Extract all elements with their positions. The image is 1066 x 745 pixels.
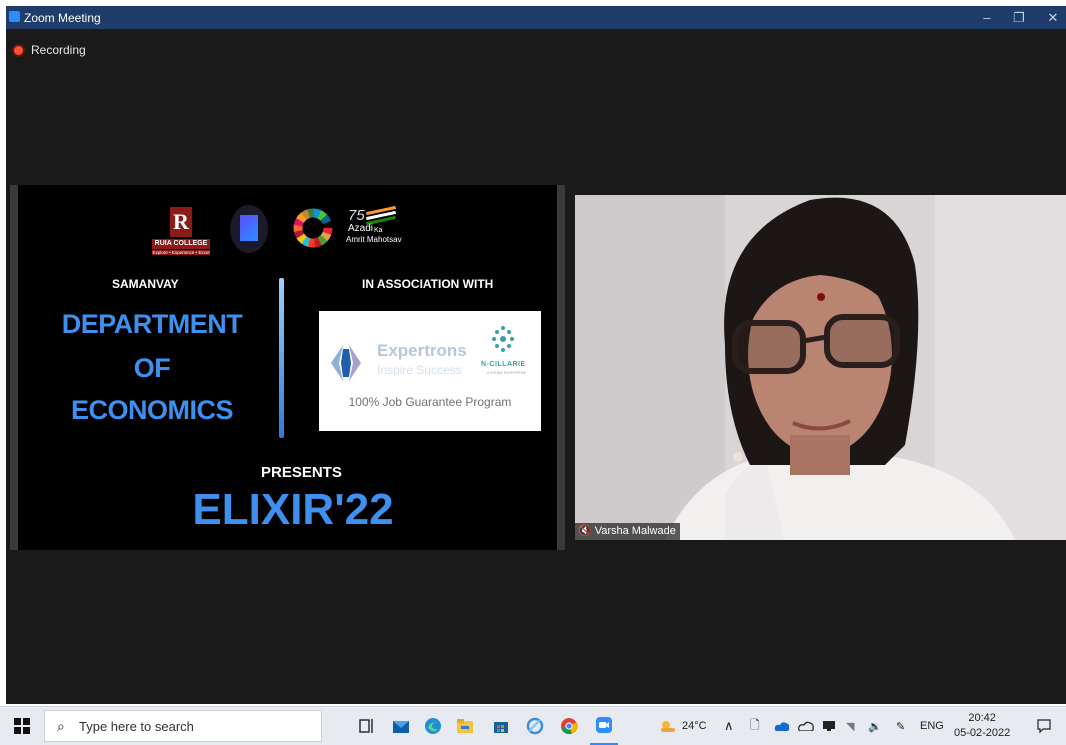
event-title: ELIXIR'22 bbox=[192, 485, 394, 534]
tray-volume-icon[interactable]: 🔉 bbox=[868, 707, 882, 745]
recording-label: Recording bbox=[31, 43, 86, 57]
clock[interactable]: 20:42 05-02-2022 bbox=[954, 707, 1010, 745]
taskbar-zoom-app[interactable] bbox=[590, 707, 618, 745]
azadi-ka-amrit-mahotsav-logo: 75 Azadi Ka Amrit Mahotsav bbox=[346, 205, 402, 247]
azadi-75-text: 75 bbox=[348, 207, 365, 224]
show-hidden-icons-button[interactable]: ∧ bbox=[724, 707, 734, 745]
windows-logo-icon bbox=[14, 718, 30, 734]
expertrons-tagline: Inspire Success bbox=[377, 363, 462, 377]
chrome-icon bbox=[561, 718, 578, 735]
display-icon bbox=[823, 721, 835, 731]
browser-icon bbox=[526, 717, 544, 735]
ncillarie-logo-icon bbox=[492, 326, 514, 352]
tray-display-icon[interactable] bbox=[822, 707, 836, 745]
tray-pen-icon[interactable]: ✎ bbox=[896, 707, 905, 745]
recording-dot-icon bbox=[14, 46, 23, 55]
store-icon bbox=[494, 722, 508, 733]
wifi-icon: ◥ bbox=[846, 720, 855, 733]
participant-name-tag: 🔇 Varsha Malwade bbox=[575, 523, 680, 540]
cloud-icon bbox=[798, 721, 814, 731]
azadi-ka-text: Ka bbox=[374, 227, 383, 234]
restore-button[interactable]: ❐ bbox=[1004, 8, 1034, 28]
ncillarie-name: N-CILLARIE bbox=[481, 361, 526, 368]
tray-device-icon[interactable]: 🗋 bbox=[750, 707, 760, 745]
presents-label: PRESENTS bbox=[261, 464, 342, 481]
start-button[interactable] bbox=[10, 707, 34, 745]
ruia-logo-name: RUIA COLLEGE bbox=[152, 239, 210, 249]
tray-cloud-icon[interactable] bbox=[798, 707, 814, 745]
title-bar: Zoom Meeting – ❐ ✕ bbox=[6, 6, 1066, 29]
taskbar-search-box[interactable]: ⌕ Type here to search bbox=[44, 710, 322, 742]
windows-taskbar: ⌕ Type here to search 24°C ∧ 🗋 ◥ 🔉 ✎ ENG bbox=[0, 706, 1066, 745]
clock-date: 05-02-2022 bbox=[954, 727, 1011, 739]
recording-indicator[interactable]: Recording bbox=[14, 43, 86, 57]
expertrons-logo-icon bbox=[331, 345, 361, 381]
window-title: Zoom Meeting bbox=[24, 11, 101, 25]
sponsor-box: Expertrons Inspire Success N-CILLARIE A … bbox=[319, 311, 541, 431]
notifications-button[interactable] bbox=[1036, 707, 1052, 745]
muted-mic-icon: 🔇 bbox=[578, 525, 592, 537]
task-view-icon bbox=[359, 719, 373, 733]
ruia-logo-tagline: Explore • Experience • Excel bbox=[152, 250, 210, 255]
participant-video-frame bbox=[575, 195, 1066, 540]
participant-video[interactable]: 🔇 Varsha Malwade bbox=[575, 195, 1066, 540]
program-label: 100% Job Guarantee Program bbox=[348, 395, 512, 409]
folder-icon bbox=[457, 719, 473, 733]
association-label: IN ASSOCIATION WITH bbox=[362, 277, 494, 291]
department-line-1: DEPARTMENT bbox=[61, 309, 243, 339]
speaker-icon: 🔉 bbox=[868, 720, 882, 733]
device-icon: 🗋 bbox=[750, 717, 760, 732]
sdg-wheel-logo bbox=[293, 208, 333, 248]
chevron-up-icon: ∧ bbox=[724, 718, 734, 733]
zoom-meeting-window: Zoom Meeting – ❐ ✕ Recording R RUIA COLL… bbox=[6, 6, 1066, 704]
ncillarie-subtext: A YOUNG ENTERPRISE bbox=[487, 371, 527, 375]
department-line-3: ECONOMICS bbox=[70, 395, 234, 425]
weather-widget[interactable]: 24°C bbox=[660, 707, 707, 745]
taskbar-browser-app[interactable] bbox=[522, 707, 548, 745]
onedrive-icon bbox=[774, 722, 790, 731]
slide-divider bbox=[279, 278, 284, 438]
azadi-sub-text: Amrit Mahotsav bbox=[346, 235, 402, 244]
search-placeholder: Type here to search bbox=[79, 719, 194, 734]
zoom-icon bbox=[596, 717, 612, 733]
mail-icon bbox=[393, 721, 409, 733]
ruia-college-logo: R RUIA COLLEGE Explore • Experience • Ex… bbox=[152, 207, 210, 261]
weather-icon bbox=[661, 721, 675, 732]
shared-screen: R RUIA COLLEGE Explore • Experience • Ex… bbox=[10, 185, 565, 550]
azadi-text: Azadi bbox=[348, 223, 374, 234]
taskbar-file-explorer-app[interactable] bbox=[452, 707, 478, 745]
tray-network-icon[interactable]: ◥ bbox=[846, 707, 854, 745]
expertrons-name: Expertrons bbox=[377, 341, 467, 360]
language-indicator[interactable]: ENG bbox=[920, 707, 944, 745]
notification-icon bbox=[1037, 719, 1051, 734]
zoom-app-icon bbox=[9, 11, 20, 22]
weather-temp: 24°C bbox=[682, 720, 707, 732]
department-line-2: OF bbox=[133, 353, 171, 383]
participant-name: Varsha Malwade bbox=[594, 525, 676, 537]
pen-icon: ✎ bbox=[896, 720, 906, 733]
language-label: ENG bbox=[920, 720, 944, 732]
edge-icon bbox=[425, 718, 441, 734]
tray-onedrive-icon[interactable] bbox=[774, 707, 790, 745]
taskbar-mail-app[interactable] bbox=[388, 707, 414, 745]
minimize-button[interactable]: – bbox=[972, 8, 1002, 28]
taskbar-chrome-app[interactable] bbox=[556, 707, 582, 745]
taskbar-store-app[interactable] bbox=[488, 707, 514, 745]
close-button[interactable]: ✕ bbox=[1038, 8, 1066, 28]
clock-time: 20:42 bbox=[968, 712, 996, 724]
task-view-button[interactable] bbox=[354, 707, 380, 745]
samanvay-logo bbox=[230, 205, 268, 253]
taskbar-edge-app[interactable] bbox=[420, 707, 446, 745]
samanvay-label: SAMANVAY bbox=[112, 277, 179, 291]
search-icon: ⌕ bbox=[57, 718, 65, 734]
ruia-logo-letter: R bbox=[170, 207, 192, 237]
